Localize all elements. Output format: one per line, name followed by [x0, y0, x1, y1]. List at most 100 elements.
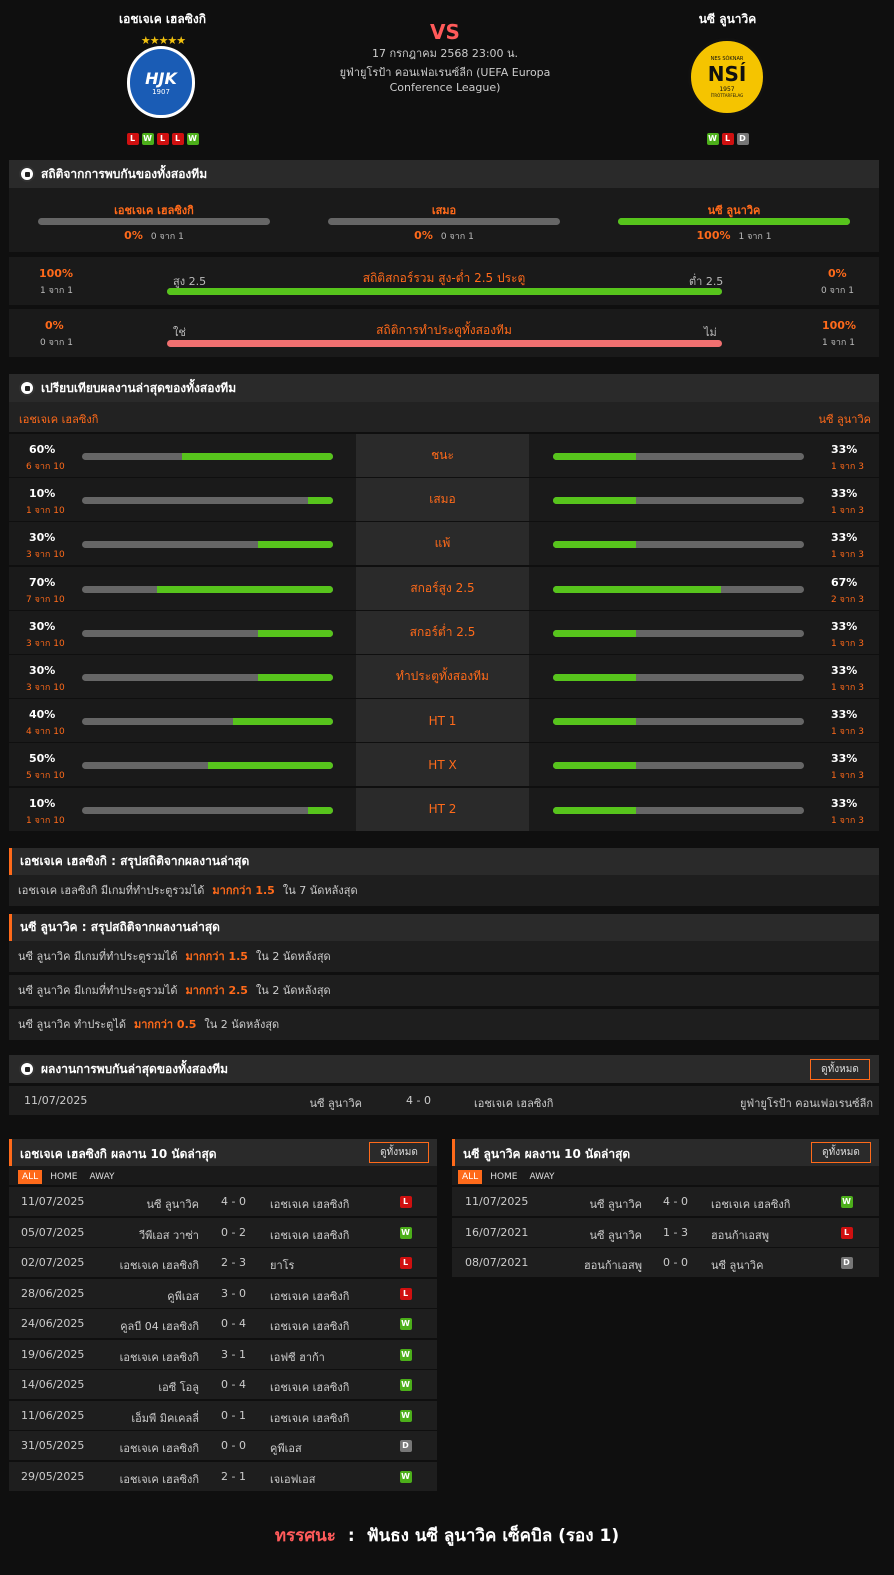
away-view-all-button[interactable]: ดูทั้งหมด	[811, 1142, 871, 1163]
compare-away-pct: 33%	[831, 619, 858, 633]
compare-home-bar	[82, 806, 333, 814]
home-form: LWLLW	[100, 131, 225, 145]
compare-label: ชนะ	[356, 434, 529, 477]
h2h-col-label: นซี ลูนาวิค	[707, 204, 761, 217]
match-date: 31/05/2025	[21, 1439, 85, 1452]
last-match-row[interactable]: 31/05/2025 เอชเจเค เฮลซิงกิ 0 - 0 คูพีเอส D	[9, 1431, 437, 1460]
match-away: เอชเจเค เฮลซิงกิ	[270, 1198, 350, 1211]
compare-home-sub: 4 จาก 10	[26, 727, 65, 738]
compare-away-bar	[553, 674, 804, 681]
form-badge: L	[721, 133, 734, 145]
compare-away-bar-fill	[553, 453, 636, 460]
away-crest-bottom: ÍTRÓTTARFELAG	[710, 93, 744, 98]
compare-away-bar-fill	[553, 497, 636, 505]
home-view-all-button[interactable]: ดูทั้งหมด	[369, 1142, 429, 1163]
home-last-title: เอชเจเค เฮลซิงกิ ผลงาน 10 นัดล่าสุด	[20, 1147, 217, 1161]
compare-away-bar	[553, 453, 804, 460]
compare-away-bar-fill	[553, 762, 636, 770]
prediction-sep: :	[347, 1526, 355, 1546]
tab-home[interactable]: HOME	[486, 1170, 521, 1184]
compare-home-bar-fill	[257, 629, 333, 637]
match-away: เอชเจเค เฮลซิงกิ	[474, 1097, 554, 1110]
match-home: นซี ลูนาวิค	[309, 1097, 362, 1110]
last-match-row[interactable]: 29/05/2025 เอชเจเค เฮลซิงกิ 2 - 1 เจเอฟเอส W	[9, 1461, 437, 1491]
h2h-col-bar-fill	[618, 218, 850, 225]
h2h-col-bar	[618, 218, 850, 225]
compare-away-pct: 33%	[831, 443, 858, 456]
last-match-row[interactable]: 19/06/2025 เอชเจเค เฮลซิงกิ 3 - 1 เอฟซี ฮาก…	[9, 1339, 437, 1369]
compare-home-sub: 3 จาก 10	[26, 683, 65, 693]
btts-section: 0% 0 จาก 1 ใช่ สถิติการทำประตูทั้งสองทีม…	[9, 309, 879, 357]
ou-title: สถิติสกอร์รวม สูง-ต่ำ 2.5 ประตู	[362, 271, 526, 285]
match-date: 28/06/2025	[21, 1286, 85, 1300]
tab-away[interactable]: AWAY	[86, 1170, 119, 1184]
h2h-col-pct: 0%	[414, 229, 433, 242]
last-match-row[interactable]: 14/06/2025 เอซี โอลู 0 - 4 เอชเจเค เฮลซิงกิ…	[9, 1370, 437, 1399]
away-last-header: นซี ลูนาวิค ผลงาน 10 นัดล่าสุด ดูทั้งหมด	[452, 1139, 879, 1166]
compare-home-bar-fill	[157, 585, 333, 593]
match-datetime: 17 กรกฎาคม 2568 23:00 น.	[371, 47, 519, 60]
compare-away-bar-fill	[553, 674, 636, 681]
btts-right-pct: 100%	[822, 319, 856, 332]
compare-away-sub: 1 จาก 3	[831, 506, 864, 517]
form-badge: L	[156, 133, 169, 145]
last-match-row[interactable]: 16/07/2021 นซี ลูนาวิค 1 - 3 ฮอนก้าเอสพู L	[452, 1217, 879, 1247]
compare-away-bar-fill	[553, 629, 636, 637]
last-match-row[interactable]: 11/07/2025 นซี ลูนาวิค 4 - 0 เอชเจเค เฮลซิง…	[9, 1187, 437, 1216]
match-home: คูพีเอส	[167, 1289, 199, 1303]
tab-away[interactable]: AWAY	[526, 1170, 559, 1184]
compare-home-label: เอชเจเค เฮลซิงกิ	[19, 413, 99, 426]
summary-highlight: มากกว่า 1.5	[212, 884, 275, 897]
h2h-col-sub: 0 จาก 1	[150, 232, 184, 242]
h2h-stats-title: สถิติจากการพบกันของทั้งสองทีม	[41, 166, 208, 181]
compare-label: สกอร์ต่ำ 2.5	[356, 610, 529, 654]
h2h-result-row[interactable]: 11/07/2025 นซี ลูนาวิค 4 - 0 เอชเจเค เฮลซิง…	[9, 1086, 879, 1115]
result-badge: L	[399, 1196, 412, 1208]
last-match-row[interactable]: 11/06/2025 เอ็มพี มิคเคลลี่ 0 - 1 เอชเจเค เ…	[9, 1400, 437, 1430]
tab-home[interactable]: HOME	[46, 1170, 81, 1184]
summary-row: นซี ลูนาวิค มีเกมที่ทำประตูรวมได้ มากกว่า…	[9, 941, 879, 972]
match-date: 08/07/2021	[465, 1256, 529, 1269]
last-match-row[interactable]: 24/06/2025 คูลบี 04 เฮลซิงกิ 0 - 4 เอชเจเค …	[9, 1309, 437, 1338]
tab-all[interactable]: ALL	[18, 1170, 43, 1184]
last-match-row[interactable]: 28/06/2025 คูพีเอส 3 - 0 เอชเจเค เฮลซิงกิ L	[9, 1278, 437, 1308]
btts-left-sub: 0 จาก 1	[40, 338, 73, 348]
away-crest: NES SÓKNAR NSÍ 1957 ÍTRÓTTARFELAG	[688, 38, 766, 116]
tab-all[interactable]: ALL	[458, 1170, 483, 1184]
away-team-name: นซี ลูนาวิค	[698, 12, 757, 26]
compare-home-bar-fill	[207, 762, 333, 770]
match-score: 2 - 3	[221, 1256, 246, 1269]
h2h-col: นซี ลูนาวิค 100% 1 จาก 1	[618, 196, 850, 246]
compare-away-bar-fill	[553, 541, 636, 549]
compare-home-bar	[82, 629, 333, 637]
match-date: 11/06/2025	[21, 1408, 85, 1422]
home-team-name: เอชเจเค เฮลซิงกิ	[119, 12, 206, 26]
compare-away-sub: 1 จาก 3	[831, 550, 864, 561]
last-match-row[interactable]: 02/07/2025 เอชเจเค เฮลซิงกิ 2 - 3 ยาโร L	[9, 1248, 437, 1277]
result-badge: W	[399, 1348, 412, 1361]
match-away: ยาโร	[270, 1259, 295, 1272]
summary-row: นซี ลูนาวิค ทำประตูได้ มากกว่า 0.5 ใน 2 นั…	[9, 1009, 879, 1040]
match-score: 2 - 1	[221, 1469, 246, 1483]
summary-suffix: ใน 2 นัดหลังสุด	[255, 984, 331, 997]
compare-away-bar-fill	[553, 718, 636, 726]
h2h-col-bar	[38, 218, 270, 225]
last-match-row[interactable]: 11/07/2025 นซี ลูนาวิค 4 - 0 เอชเจเค เฮลซิง…	[452, 1187, 879, 1216]
match-score: 4 - 0	[663, 1195, 688, 1208]
home-crest-year: 1907	[152, 87, 170, 96]
compare-home-bar-fill	[232, 718, 333, 726]
summary-highlight: มากกว่า 2.5	[185, 984, 248, 997]
compare-away-sub: 1 จาก 3	[831, 462, 864, 472]
summary-text: นซี ลูนาวิค มีเกมที่ทำประตูรวมได้	[18, 984, 178, 997]
last-match-row[interactable]: 05/07/2025 วีพีเอส วาซ่า 0 - 2 เอชเจเค เฮลซ…	[9, 1217, 437, 1247]
stars-icon: ★★★★★	[140, 34, 186, 47]
compare-home-bar	[82, 541, 333, 549]
compare-home-sub: 1 จาก 10	[26, 815, 65, 826]
compare-row: 10% 1 จาก 10 เสมอ 33% 1 จาก 3	[9, 477, 879, 522]
match-home: เอชเจเค เฮลซิงกิ	[119, 1350, 199, 1364]
h2h-view-all-button[interactable]: ดูทั้งหมด	[810, 1059, 870, 1080]
ou-right-pct: 0%	[828, 267, 847, 280]
last-match-row[interactable]: 08/07/2021 ฮอนก้าเอสพู 0 - 0 นซี ลูนาวิค D	[452, 1248, 879, 1277]
compare-home-sub: 3 จาก 10	[26, 550, 65, 561]
compare-home-sub: 5 จาก 10	[26, 771, 65, 782]
